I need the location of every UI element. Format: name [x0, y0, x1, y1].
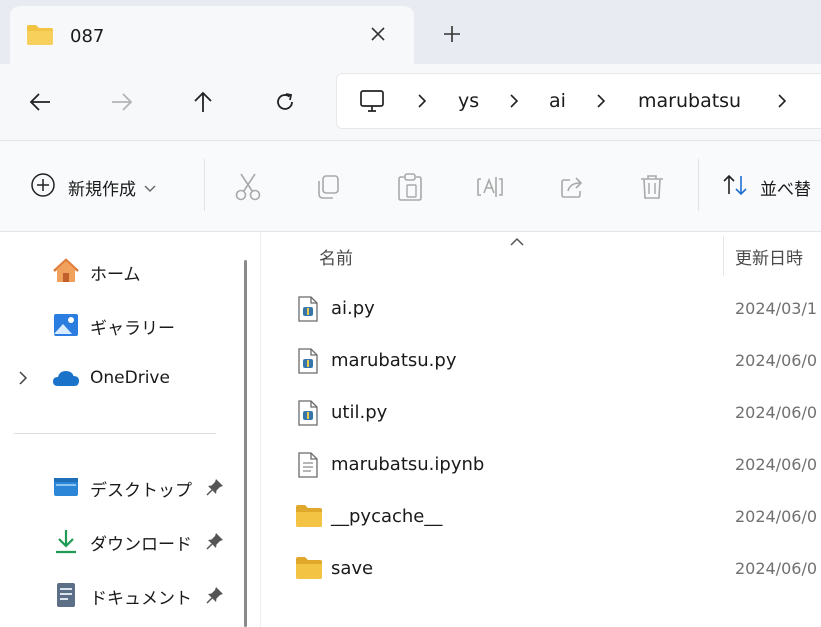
share-icon[interactable] — [554, 169, 590, 205]
sort-ascending-icon — [509, 232, 525, 251]
python-file-icon — [297, 400, 319, 430]
sidebar-item-label: ホーム — [90, 265, 141, 285]
sort-button[interactable]: 並べ替 — [722, 171, 811, 203]
sidebar-item-label: ギャラリー — [90, 319, 175, 339]
column-header-name[interactable]: 名前 — [319, 244, 353, 269]
file-name: ai.py — [331, 298, 375, 319]
text-file-icon — [297, 452, 319, 482]
computer-icon — [359, 89, 385, 117]
file-list: 名前 更新日時 ai.py 2024/03/1 marubatsu.py 202… — [261, 232, 821, 627]
folder-icon — [26, 24, 54, 50]
cloud-icon — [52, 366, 80, 392]
new-button-label: 新規作成 — [68, 179, 136, 200]
folder-row-save[interactable]: save 2024/06/0 — [261, 544, 821, 596]
file-date: 2024/03/1 — [735, 299, 818, 318]
download-icon — [52, 528, 80, 554]
pin-icon[interactable] — [206, 532, 224, 554]
plus-icon[interactable] — [434, 16, 470, 52]
sidebar-item-downloads[interactable]: ダウンロード — [0, 520, 234, 560]
breadcrumb-marubatsu[interactable]: marubatsu — [638, 90, 741, 112]
tab-bar: 087 — [0, 0, 821, 64]
file-name: util.py — [331, 402, 388, 423]
file-date: 2024/06/0 — [735, 455, 818, 474]
sidebar-item-gallery[interactable]: ギャラリー — [0, 304, 234, 344]
sidebar-item-desktop[interactable]: デスクトップ — [0, 466, 234, 506]
tab-title: 087 — [70, 26, 105, 47]
pin-icon[interactable] — [206, 586, 224, 608]
chevron-right-icon[interactable] — [417, 92, 427, 114]
file-date: 2024/06/0 — [735, 507, 818, 526]
breadcrumb-ys[interactable]: ys — [458, 90, 479, 112]
pin-icon[interactable] — [206, 478, 224, 500]
file-row-ai-py[interactable]: ai.py 2024/03/1 — [261, 284, 821, 336]
chevron-right-icon[interactable] — [777, 92, 787, 114]
refresh-icon[interactable] — [265, 82, 305, 122]
breadcrumb-ai[interactable]: ai — [549, 90, 566, 112]
arrow-up-icon[interactable] — [183, 82, 223, 122]
python-file-icon — [297, 348, 319, 378]
document-icon — [52, 582, 80, 608]
scrollbar-thumb[interactable] — [244, 260, 247, 627]
gallery-icon — [52, 312, 80, 338]
divider — [698, 159, 699, 211]
file-name: __pycache__ — [331, 506, 443, 527]
copy-icon[interactable] — [310, 169, 346, 205]
arrow-left-icon[interactable] — [20, 82, 60, 122]
sidebar-item-documents[interactable]: ドキュメント — [0, 574, 234, 614]
new-button[interactable]: 新規作成 — [30, 171, 156, 203]
file-name: marubatsu.ipynb — [331, 454, 485, 475]
command-bar: 新規作成 並べ替 — [0, 141, 821, 231]
column-header-date[interactable]: 更新日時 — [735, 244, 803, 269]
sidebar-item-label: デスクトップ — [90, 481, 192, 501]
file-row-marubatsu-py[interactable]: marubatsu.py 2024/06/0 — [261, 336, 821, 388]
folder-icon — [295, 504, 323, 532]
rename-icon[interactable] — [472, 169, 508, 205]
sort-icon — [722, 173, 750, 201]
sidebar-item-label: OneDrive — [90, 368, 170, 388]
folder-icon — [295, 556, 323, 584]
file-row-marubatsu-ipynb[interactable]: marubatsu.ipynb 2024/06/0 — [261, 440, 821, 492]
desktop-icon — [52, 474, 80, 500]
file-date: 2024/06/0 — [735, 403, 818, 422]
python-file-icon — [297, 296, 319, 326]
sort-button-label: 並べ替 — [760, 179, 811, 200]
navigation-bar: ys ai marubatsu — [0, 64, 821, 140]
sidebar-divider — [14, 433, 216, 434]
tab-087[interactable]: 087 — [10, 6, 414, 64]
folder-row-pycache[interactable]: __pycache__ 2024/06/0 — [261, 492, 821, 544]
home-icon — [52, 258, 80, 284]
file-name: marubatsu.py — [331, 350, 457, 371]
chevron-down-icon — [144, 178, 156, 197]
sidebar-scrollbar[interactable] — [234, 232, 260, 627]
file-date: 2024/06/0 — [735, 351, 818, 370]
sidebar-item-label: ダウンロード — [90, 535, 192, 555]
divider — [204, 159, 205, 211]
file-name: save — [331, 558, 374, 579]
paste-icon[interactable] — [392, 169, 428, 205]
navigation-pane: ホーム ギャラリー OneDrive デスクトップ ダウンロード ドキュメント — [0, 232, 234, 627]
file-date: 2024/06/0 — [735, 559, 818, 578]
column-divider[interactable] — [723, 236, 724, 276]
plus-circle-icon — [30, 172, 56, 202]
close-icon[interactable] — [360, 16, 396, 52]
delete-icon[interactable] — [634, 169, 670, 205]
chevron-right-icon[interactable] — [509, 92, 519, 114]
file-row-util-py[interactable]: util.py 2024/06/0 — [261, 388, 821, 440]
chevron-right-icon[interactable] — [18, 370, 28, 390]
arrow-right-icon[interactable] — [102, 82, 142, 122]
chevron-right-icon[interactable] — [596, 92, 606, 114]
sidebar-item-home[interactable]: ホーム — [0, 250, 234, 290]
sidebar-item-label: ドキュメント — [90, 589, 192, 609]
sidebar-item-onedrive[interactable]: OneDrive — [0, 358, 234, 398]
address-bar[interactable]: ys ai marubatsu — [336, 73, 821, 129]
cut-icon[interactable] — [230, 169, 266, 205]
